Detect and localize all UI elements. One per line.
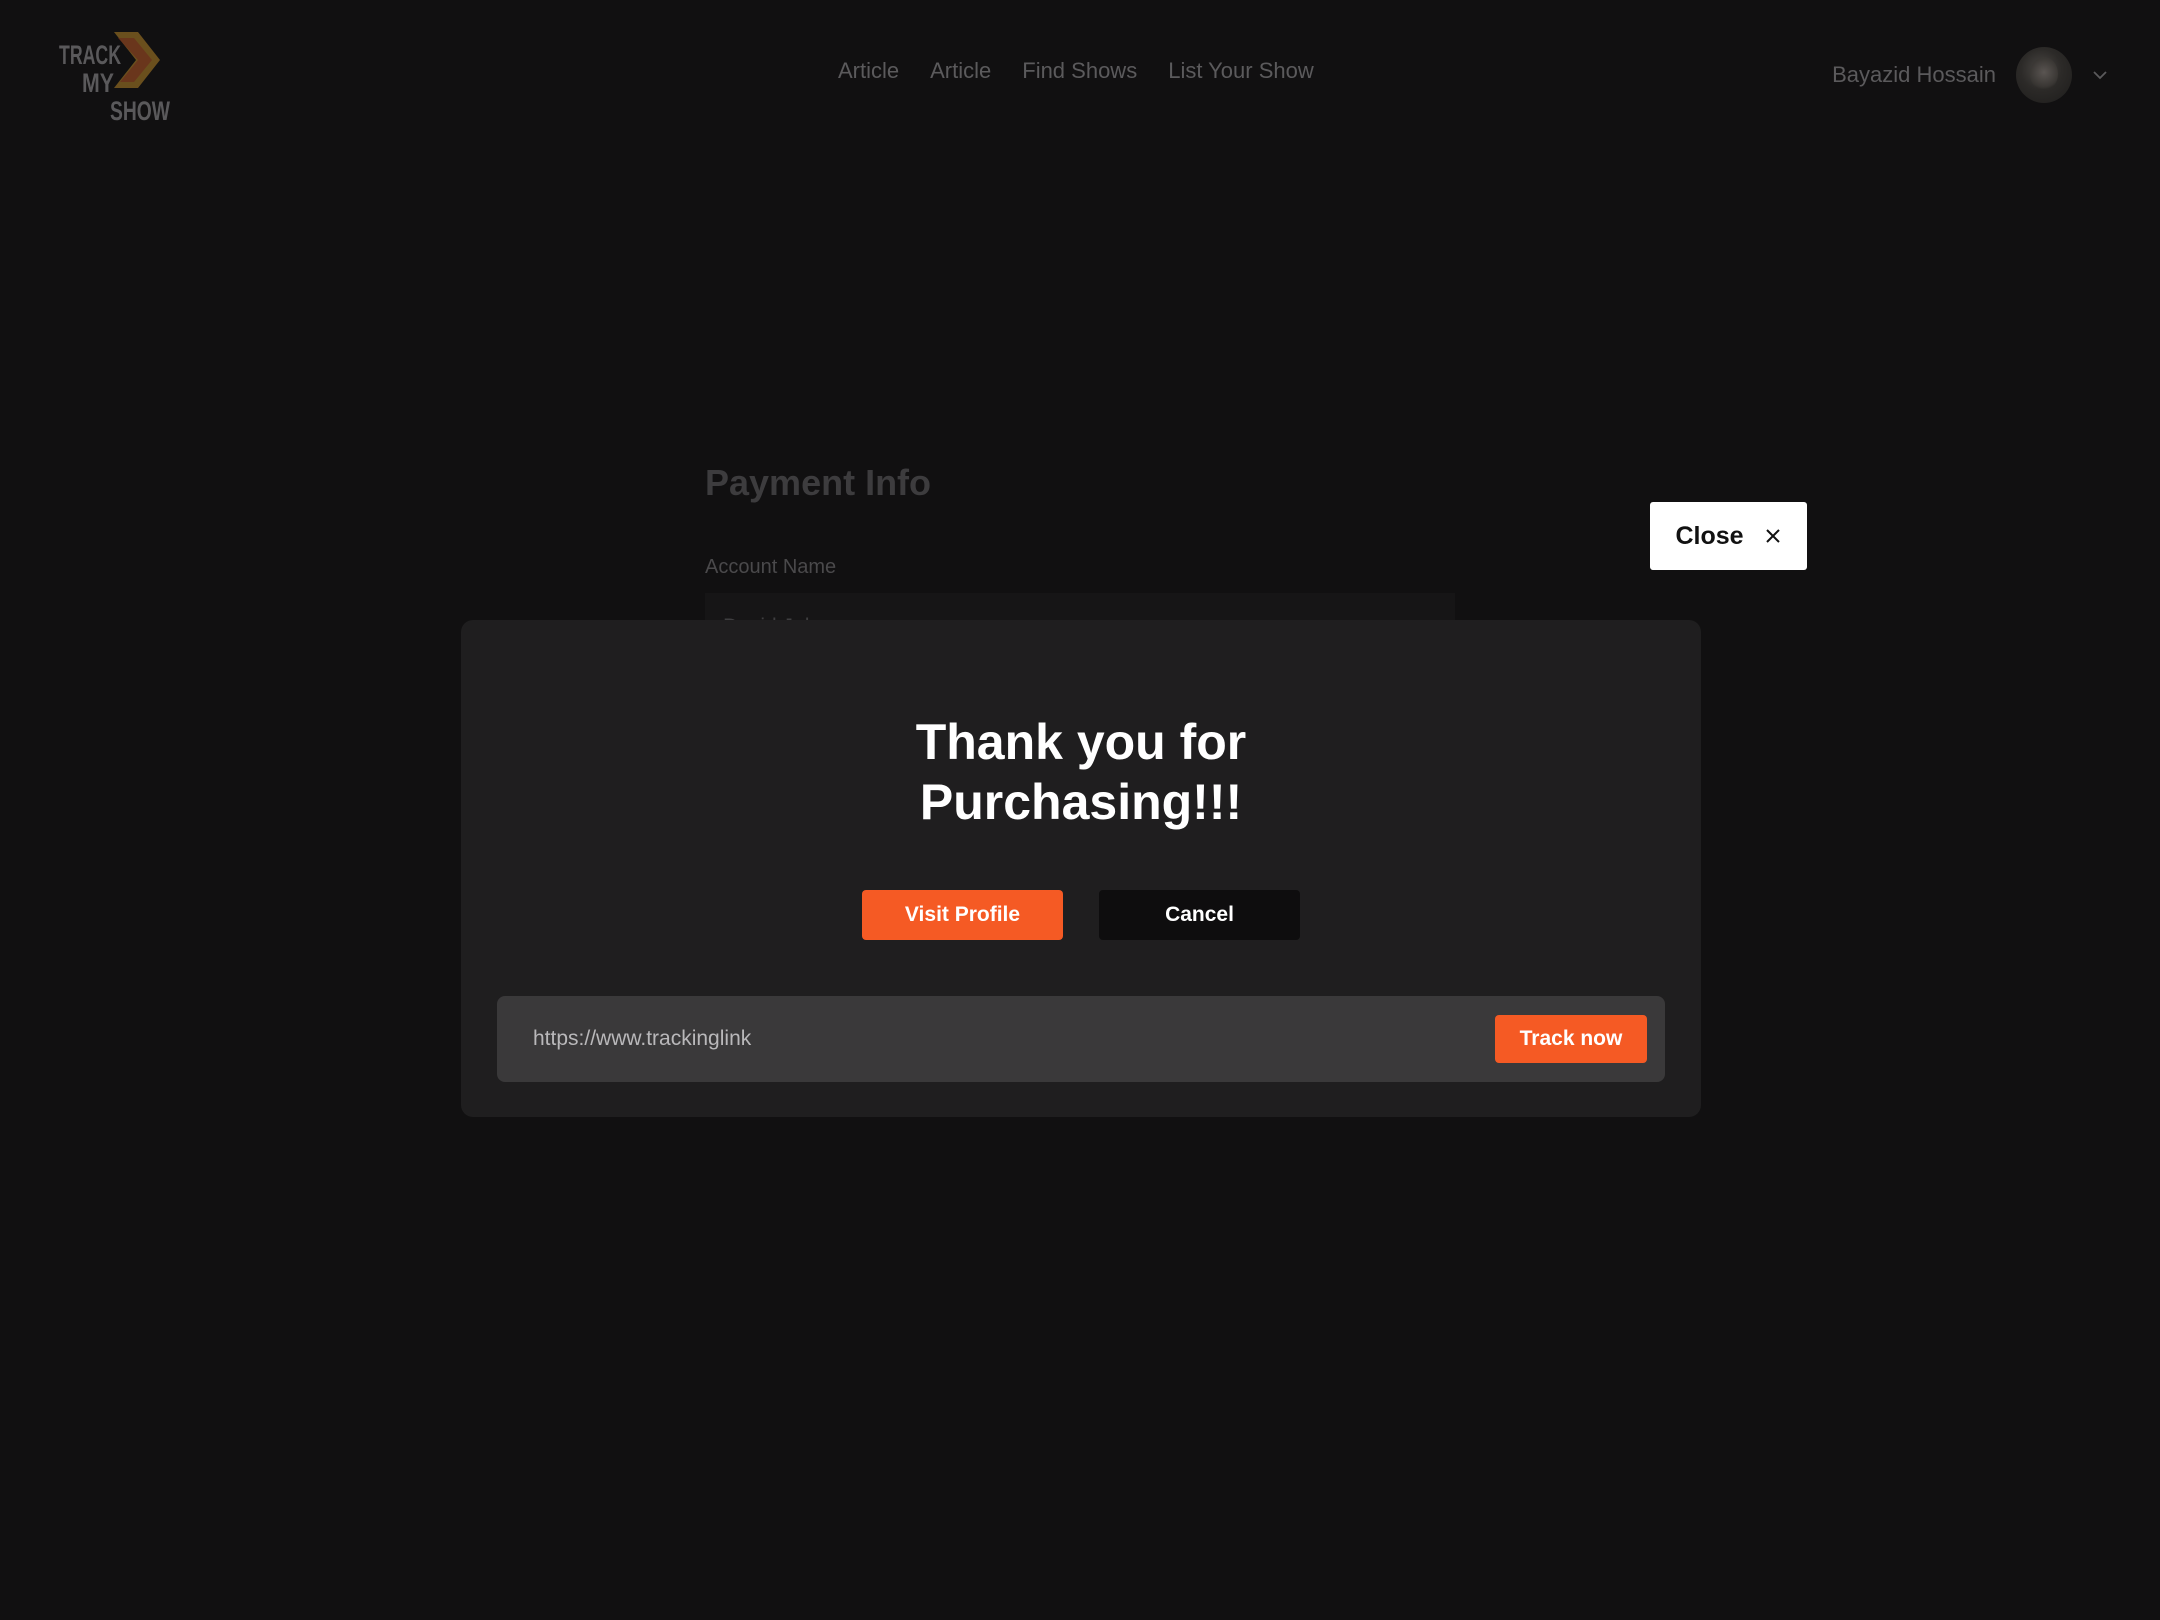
tracking-link-bar: https://www.trackinglink Track now xyxy=(497,996,1665,1082)
purchase-success-modal: Thank you for Purchasing!!! Visit Profil… xyxy=(461,620,1701,1117)
modal-actions: Visit Profile Cancel xyxy=(862,890,1300,940)
user-menu[interactable]: Bayazid Hossain xyxy=(1832,44,2110,106)
modal-title: Thank you for Purchasing!!! xyxy=(461,712,1701,832)
account-name-label: Account Name xyxy=(705,556,837,578)
logo-text-my: MY xyxy=(82,68,114,98)
header: TRACK MY SHOW Article Article Find Shows… xyxy=(0,0,2160,150)
nav-link-list-your-show[interactable]: List Your Show xyxy=(1168,58,1314,84)
visit-profile-button[interactable]: Visit Profile xyxy=(862,890,1063,940)
close-label: Close xyxy=(1675,521,1744,550)
close-icon xyxy=(1765,529,1780,543)
payment-info-title: Payment Info xyxy=(705,462,932,503)
chevron-down-icon[interactable] xyxy=(2090,65,2110,85)
tracking-url[interactable]: https://www.trackinglink xyxy=(533,1027,751,1051)
nav-link-article-1[interactable]: Article xyxy=(838,58,899,84)
nav-link-find-shows[interactable]: Find Shows xyxy=(1022,58,1137,84)
track-my-show-logo[interactable]: TRACK MY SHOW xyxy=(58,30,172,122)
track-now-button[interactable]: Track now xyxy=(1495,1015,1647,1063)
page: TRACK MY SHOW Article Article Find Shows… xyxy=(0,0,2160,1620)
cancel-button[interactable]: Cancel xyxy=(1099,890,1300,940)
avatar[interactable] xyxy=(2016,47,2072,103)
logo-text-track: TRACK xyxy=(59,40,121,70)
user-name: Bayazid Hossain xyxy=(1832,62,1996,87)
logo-text-show: SHOW xyxy=(110,96,170,122)
close-button[interactable]: Close xyxy=(1650,502,1807,570)
nav-link-article-2[interactable]: Article xyxy=(930,58,991,84)
modal-title-line-2: Purchasing!!! xyxy=(919,774,1243,830)
modal-title-line-1: Thank you for xyxy=(915,714,1247,770)
main-nav: Article Article Find Shows List Your Sho… xyxy=(838,58,1314,84)
